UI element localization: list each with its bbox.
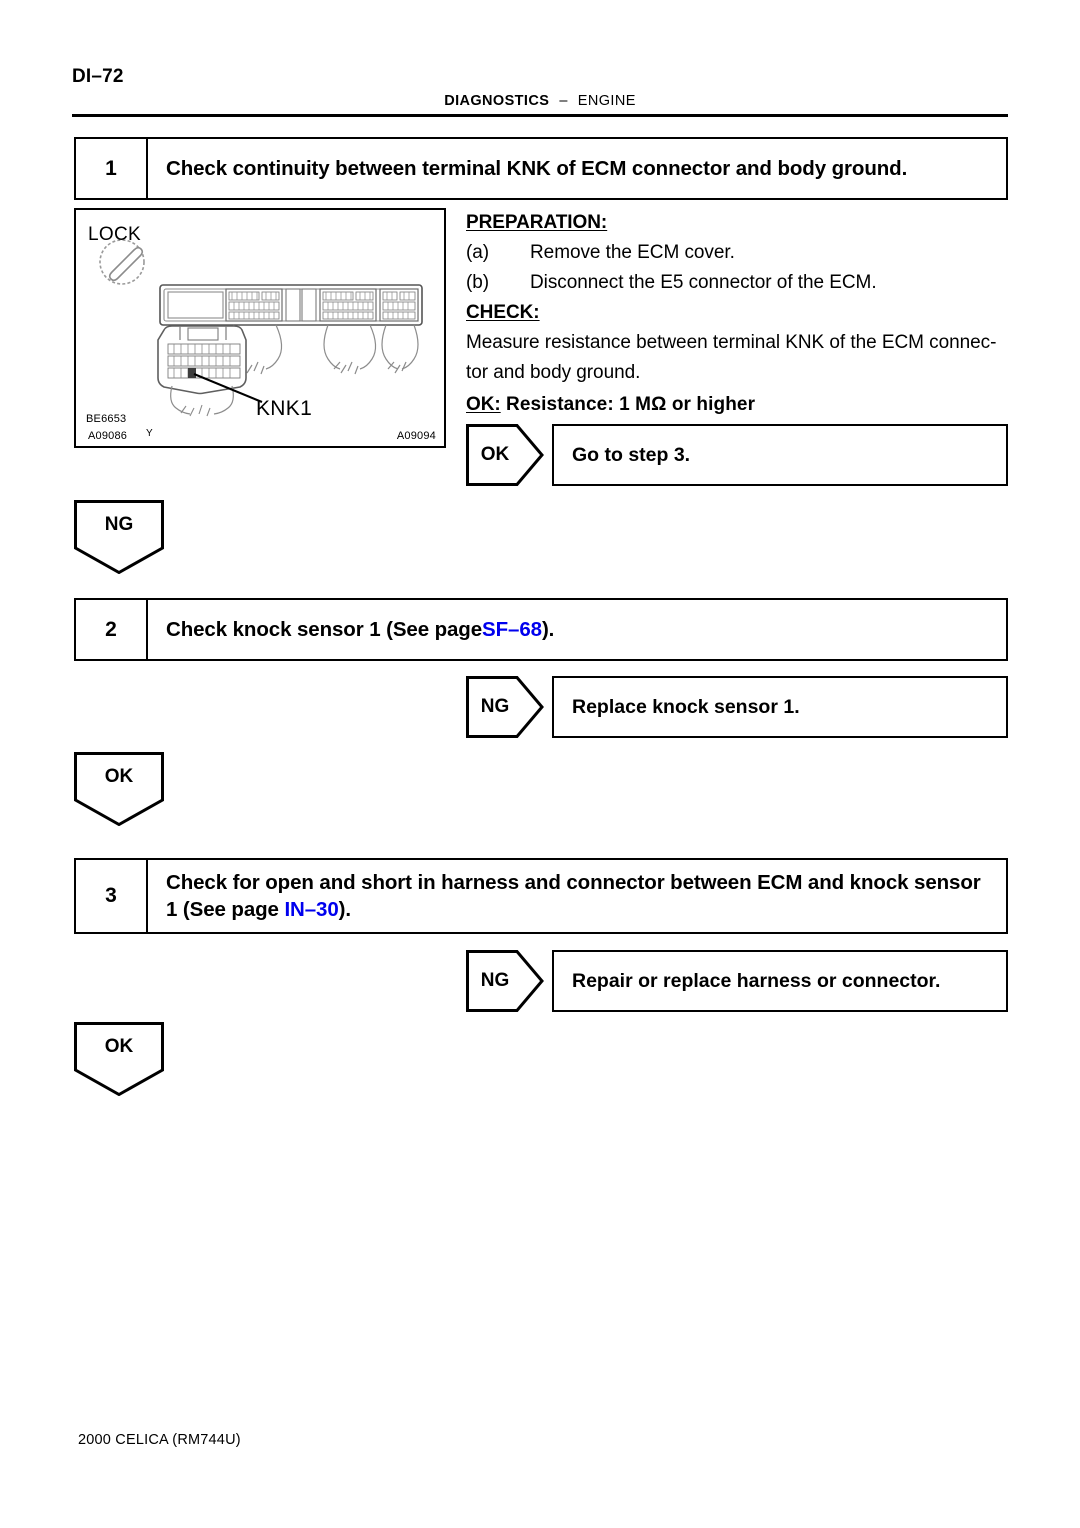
ng-pentagon-1: NG [466,676,544,738]
ok-pentagon-1: OK [466,424,544,486]
pentagon-down-shape [74,1022,164,1097]
result-action-box: Repair or replace harness or connector. [552,950,1008,1012]
pentagon-down-shape [74,500,164,575]
figure-code-left: A09086 [88,430,128,442]
flow-marker-label: NG [104,514,134,535]
e5-connector-enlarged [157,325,247,417]
step-3-box: 3 Check for open and short in harness an… [74,858,1008,934]
header-subsection: ENGINE [577,93,636,109]
step-3-title: Check for open and short in harness and … [148,860,1006,932]
header-separator: – [559,93,568,109]
step-2-title-before: Check knock sensor 1 (See page [166,617,483,641]
ok-heading: OK: [466,394,501,415]
wire-harness-bundles [229,324,419,375]
figure-code-right: A09094 [396,430,436,442]
service-manual-page: DI–72 DIAGNOSTICS – ENGINE 1 Check continu… [0,0,1080,1528]
step-2-title: Check knock sensor 1 (See page SF–68). [148,600,1006,659]
header-breadcrumb: DIAGNOSTICS – ENGINE [0,93,1080,109]
step-1-number: 1 [76,139,148,198]
ecm-connector-figure: LOCK KNK1 BE6653 A09086 Y A09094 [74,208,446,448]
result-action-box: Go to step 3. [552,424,1008,486]
page-number: DI–72 [72,66,124,87]
result-label: OK [480,444,510,465]
figure-mark: Y [146,428,153,439]
preparation-heading: PREPARATION: [466,212,608,233]
result-row-ng-replace-sensor: NG Replace knock sensor 1. [466,676,1008,738]
footer-text: 2000 CELICA (RM744U) [78,1432,241,1448]
figure-code-be: BE6653 [86,413,127,425]
ecm-connector-c [379,288,419,322]
knk1-label: KNK1 [256,397,313,420]
result-row-ok-step3: OK Go to step 3. [466,424,1008,486]
check-text-line-2: tor and body ground. [466,362,641,383]
ng-pentagon-2: NG [466,950,544,1012]
step-3-page-link[interactable]: IN–30 [284,898,338,921]
result-row-ng-repair-harness: NG Repair or replace harness or connecto… [466,950,1008,1012]
flow-marker-label: OK [104,1036,134,1057]
step-3-number: 3 [76,860,148,932]
flow-marker-label: OK [104,766,134,787]
check-heading: CHECK: [466,302,540,323]
flow-marker-ok-2: OK [74,1022,164,1097]
lock-dial-icon [99,239,145,285]
step-3-title-after: ). [338,898,351,921]
prep-item-b-marker: (b) [466,272,490,293]
prep-item-a-marker: (a) [466,242,490,263]
ok-spec-value: Resistance: 1 MΩ or higher [506,394,756,415]
flow-marker-ng-1: NG [74,500,164,575]
check-text-line-1: Measure resistance between terminal KNK … [466,332,997,353]
result-label: NG [480,970,510,991]
prep-item-a-text: Remove the ECM cover. [530,242,735,263]
step-1-title: Check continuity between terminal KNK of… [166,156,908,180]
header-section: DIAGNOSTICS [444,93,550,109]
step-1-box: 1 Check continuity between terminal KNK … [74,137,1008,200]
ecm-connector-b [319,288,377,322]
step-2-number: 2 [76,600,148,659]
flow-marker-ok-1: OK [74,752,164,827]
step-2-title-after: ). [541,617,555,641]
result-action-box: Replace knock sensor 1. [552,676,1008,738]
step-2-page-link[interactable]: SF–68 [482,616,542,643]
prep-item-b-text: Disconnect the E5 connector of the ECM. [530,272,877,293]
header-divider [72,114,1008,117]
lock-label: LOCK [88,224,141,245]
step-2-box: 2 Check knock sensor 1 (See page SF–68). [74,598,1008,661]
result-label: NG [480,696,510,717]
pentagon-down-shape [74,752,164,827]
ecm-connector-a [225,288,283,322]
